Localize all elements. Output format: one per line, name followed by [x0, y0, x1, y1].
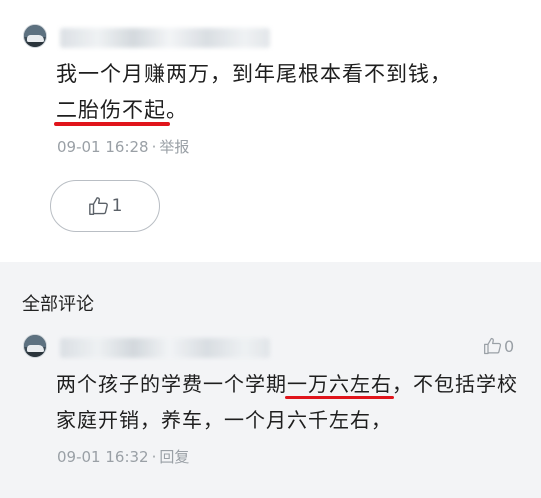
comment-author-avatar[interactable] [23, 334, 47, 358]
post-author-name-redacted [60, 28, 270, 48]
comment-body: 两个孩子的学费一个学期一万六左右，不包括学校家庭开销，养车，一个月六千左右， [56, 366, 526, 438]
post-timestamp: 09-01 16:28 [57, 138, 149, 156]
reply-link[interactable]: 回复 [159, 448, 189, 466]
meta-separator: · [151, 448, 157, 466]
comment-meta: 09-01 16:32 · 回复 [57, 446, 189, 467]
post-text-part: 我一个月赚两万，到年尾根本看不到钱， [56, 62, 452, 86]
post-text-highlight: 二胎伤不起 [54, 92, 170, 128]
post-author-avatar[interactable] [23, 24, 47, 48]
post-like-button[interactable]: 1 [50, 180, 160, 232]
comment-timestamp: 09-01 16:32 [57, 448, 149, 466]
thumbs-up-icon [88, 197, 108, 215]
post-text-end: 。 [166, 98, 188, 122]
post-like-count: 1 [111, 196, 123, 216]
comment-text-highlight: 一万六左右 [285, 366, 394, 402]
comment-author-name-redacted [60, 338, 270, 358]
post-body: 我一个月赚两万，到年尾根本看不到钱， 二胎伤不起。 [54, 56, 486, 128]
report-link[interactable]: 举报 [159, 138, 189, 156]
meta-separator: · [151, 138, 157, 156]
comment-like-count: 0 [504, 336, 515, 356]
comment-text-part: 两个孩子的学费一个学期 [56, 372, 287, 396]
post-meta: 09-01 16:28 · 举报 [57, 136, 189, 157]
comments-section-title: 全部评论 [22, 294, 94, 315]
thumbs-up-icon [484, 337, 502, 355]
comment-like-button[interactable]: 0 [483, 336, 514, 356]
